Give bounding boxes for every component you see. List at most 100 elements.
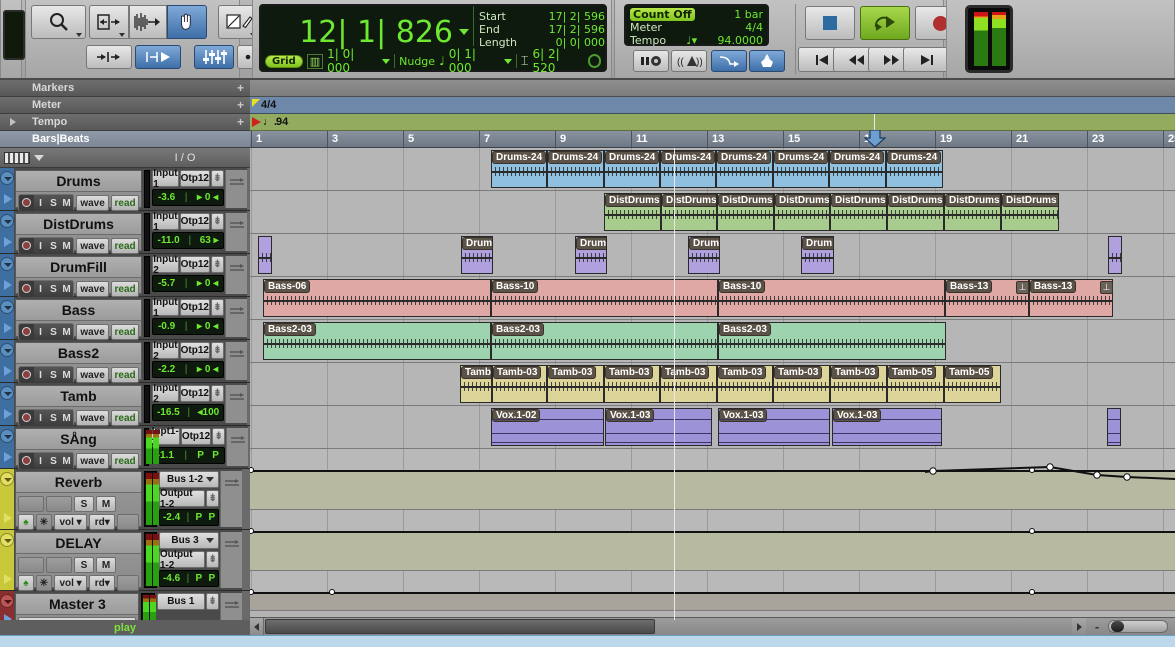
track-color-strip[interactable] — [0, 297, 14, 339]
record-enable-button[interactable] — [22, 198, 31, 207]
audio-clip[interactable]: DistDrums — [774, 193, 830, 231]
horizontal-scrollbar[interactable]: - — [250, 617, 1175, 635]
track-header[interactable]: Reverb S M ♠ ✳ vol ▾ rd▾ Bus 1-2 Output 1-2 ⇟ -2.4… — [0, 469, 250, 530]
track-collapse-icon[interactable] — [0, 343, 14, 357]
audio-clip[interactable]: Tamb-05 — [944, 365, 1001, 403]
aux-volume-pan-display[interactable]: -4.6 | P P — [158, 570, 220, 587]
track-header[interactable]: Bass I S Mwave read Input 1 Otp12 ⇟ -0.9 | ▸ 0 ◂ — [0, 297, 250, 341]
timeline-ruler[interactable]: 4/4 4/4 ♩. 94 135791113151719212325 — [250, 80, 1175, 148]
track-name-label[interactable]: DistDrums — [16, 214, 141, 235]
clip-gain-icon[interactable]: ⊥ — [1100, 281, 1113, 294]
audio-clip[interactable]: Drums-24 — [604, 150, 660, 188]
mute-button[interactable]: M — [60, 324, 73, 340]
track-automation-strip[interactable] — [224, 170, 247, 208]
track-collapse-icon[interactable] — [0, 429, 14, 443]
track-automation-strip[interactable] — [224, 342, 247, 380]
track-view-icon[interactable] — [4, 151, 30, 164]
track-playlist-icon[interactable] — [4, 194, 12, 204]
automation-mode-selector[interactable]: rd▾ — [89, 514, 116, 530]
zoomer-tool[interactable] — [31, 5, 86, 39]
track-view-selector[interactable]: wave — [76, 453, 110, 469]
midi-merge-button[interactable] — [711, 50, 747, 72]
grid-value[interactable]: 1| 0| 000 — [327, 47, 378, 75]
audio-clip[interactable]: Drums-24 — [886, 150, 943, 188]
counter-chevron-icon[interactable] — [459, 29, 469, 35]
solo-button[interactable]: S — [47, 410, 60, 426]
track-header[interactable]: DrumFill I S Mwave read Input 2 Otp12 ⇟ -5.7 | ▸ 0… — [0, 254, 250, 298]
grid-unit-icon[interactable]: ▥ — [306, 53, 324, 69]
input-monitor-button[interactable]: I — [34, 238, 47, 254]
meter-marker-value[interactable]: 4/4 — [261, 99, 276, 111]
target-icon[interactable] — [587, 54, 602, 68]
audio-clip[interactable]: Bass2-03 — [491, 322, 718, 360]
track-header[interactable]: Bass2 I S Mwave read Input 2 Otp12 ⇟ -2.2 | ▸ 0 ◂ — [0, 340, 250, 384]
ruler-lane-tempo[interactable]: Tempo + — [0, 114, 250, 131]
track-lane[interactable]: DistDrums DistDrums DistDrums DistDrums Dist… — [250, 191, 1175, 234]
automation-mode-selector[interactable]: read — [111, 238, 139, 254]
track-record-solo-mute-group[interactable]: ISM — [18, 452, 74, 470]
plugin-icon[interactable]: ♠ — [18, 575, 34, 591]
track-playlist-icon[interactable] — [4, 237, 12, 247]
audio-clip[interactable]: Drums-24 — [547, 150, 604, 188]
track-input-selector[interactable]: Input 2 — [152, 254, 179, 276]
audio-clip[interactable]: Tamb-05 — [887, 365, 944, 403]
automation-breakpoint[interactable] — [329, 589, 335, 595]
track-playlist-icon[interactable] — [4, 366, 12, 376]
track-output-selector[interactable]: Otp12 — [179, 342, 210, 359]
io-pin-icon[interactable]: ⇟ — [206, 551, 220, 568]
audio-clip[interactable]: Bass2-03 — [718, 322, 946, 360]
track-record-solo-mute-group[interactable]: ISM — [18, 323, 74, 341]
audio-clip[interactable]: Vox.1-03 — [605, 408, 712, 446]
mute-button[interactable]: M — [96, 496, 116, 512]
playhead-marker[interactable] — [864, 114, 886, 148]
audio-clip[interactable]: Tamb-03 — [717, 365, 773, 403]
track-collapse-icon[interactable] — [0, 594, 15, 608]
sidechain-icon[interactable]: ✳ — [35, 575, 52, 591]
track-view-selector[interactable]: wave — [76, 367, 110, 383]
track-volume-pan-display[interactable]: -11.0 | 63 ▸ — [152, 232, 224, 249]
automation-mode-selector[interactable]: read — [111, 324, 139, 340]
audio-clip[interactable]: DistDrums — [604, 193, 661, 231]
track-volume-pan-display[interactable]: -0.9 | ▸ 0 ◂ — [152, 318, 224, 335]
edit-playlist-area[interactable]: Drums-24 Drums-24 Drums-24 Drums-24 Drums-24… — [250, 148, 1175, 620]
audio-clip[interactable] — [1107, 408, 1121, 446]
mute-button[interactable]: M — [60, 238, 73, 254]
track-record-solo-mute-group[interactable]: ISM — [18, 280, 74, 298]
solo-button[interactable]: S — [47, 281, 60, 297]
track-output-selector[interactable]: Otp12 — [179, 385, 210, 402]
automation-mode-selector[interactable]: read — [111, 195, 139, 211]
track-record-solo-mute-group[interactable]: ISM — [18, 366, 74, 384]
audio-clip[interactable]: Drum — [801, 236, 834, 274]
track-output-selector[interactable]: Otp12 — [179, 213, 210, 230]
grid-chevron-icon[interactable] — [382, 58, 391, 64]
track-output-selector[interactable]: Otp12 — [180, 428, 212, 445]
audio-clip[interactable]: DistDrums — [887, 193, 944, 231]
go-to-end-button[interactable] — [903, 47, 951, 72]
automation-line[interactable] — [250, 592, 1175, 594]
track-collapse-icon[interactable] — [0, 386, 14, 400]
io-pin-icon[interactable]: ⇟ — [210, 213, 224, 230]
audio-clip[interactable]: Vox.1-03 — [718, 408, 830, 446]
audio-clip[interactable]: Drums-24 — [660, 150, 716, 188]
expand-tempo-icon[interactable] — [10, 118, 16, 126]
track-view-selector[interactable]: wave — [76, 281, 110, 297]
io-pin-icon[interactable]: ⇟ — [206, 490, 220, 507]
track-playlist-icon[interactable] — [4, 280, 12, 290]
track-resize-handle[interactable] — [242, 469, 250, 529]
conductor-button[interactable] — [749, 50, 785, 72]
selector-tool[interactable] — [129, 5, 167, 39]
audio-clip[interactable]: Drum — [575, 236, 607, 274]
track-color-strip[interactable] — [0, 340, 14, 382]
audio-clip[interactable]: Drums-24 — [829, 150, 886, 188]
track-volume-pan-display[interactable]: -16.5 | ◂100 — [152, 404, 224, 421]
automation-breakpoint[interactable] — [1029, 589, 1035, 595]
zoom-slider-thumb[interactable] — [1111, 621, 1124, 632]
track-output-selector[interactable]: Otp12 — [179, 299, 210, 316]
track-automation-strip[interactable] — [226, 428, 249, 466]
track-header[interactable]: Master 3volume Bus 1⇟ — [0, 591, 250, 620]
track-input-selector[interactable]: Input 2 — [152, 383, 179, 405]
io-pin-icon[interactable]: ⇟ — [206, 593, 220, 610]
mute-button[interactable]: M — [96, 557, 116, 573]
track-view-selector[interactable]: wave — [76, 324, 110, 340]
track-color-strip[interactable] — [0, 530, 14, 590]
